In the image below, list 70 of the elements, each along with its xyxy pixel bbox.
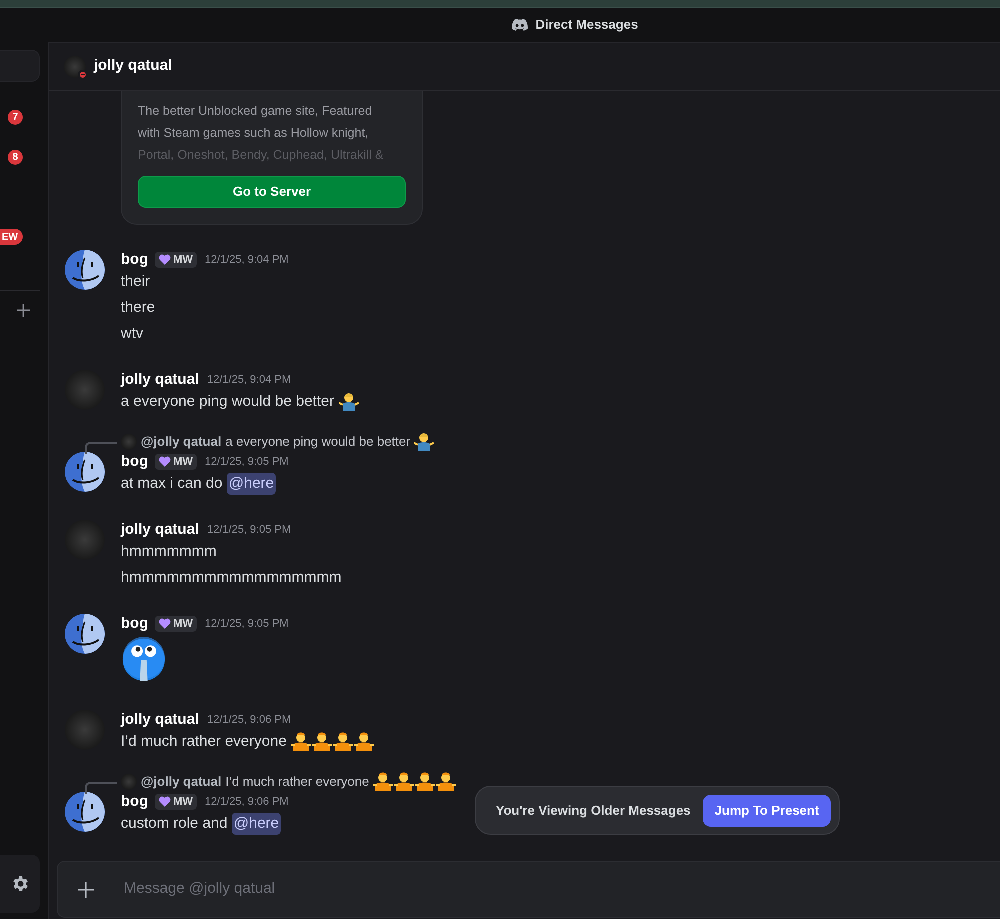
message-text: wtv [121, 324, 144, 344]
reply-author[interactable]: @jolly qatual [141, 772, 222, 792]
invite-description: The better Unblocked game site, Featured [138, 103, 374, 120]
message-text: there [121, 298, 156, 318]
jump-to-present-button[interactable]: Jump To Present [702, 794, 832, 826]
author-name[interactable]: bog [121, 450, 148, 474]
person-emoji-icon [436, 772, 456, 792]
avatar-placeholder [121, 434, 137, 450]
heart-icon [158, 254, 170, 266]
timestamp: 12/1/25, 9:05 PM [207, 522, 292, 538]
discord-logo-icon [512, 19, 528, 31]
person-emoji-icon [394, 772, 414, 792]
invite-description: Portal, Oneshot, Bendy, Cuphead, Ultrakill & [138, 147, 385, 164]
heart-icon [158, 456, 170, 468]
notification-badge: 8 [8, 150, 23, 164]
author-name[interactable]: bog [121, 612, 148, 636]
message-text: a everyone ping would be better [121, 392, 336, 412]
timestamp: 12/1/25, 9:06 PM [207, 712, 292, 728]
window-title: Direct Messages [536, 16, 638, 34]
role-tag: MW [154, 616, 198, 632]
message-text: their [121, 272, 150, 292]
message-placeholder: Message @jolly qatual [124, 879, 276, 900]
role-tag: MW [154, 794, 198, 810]
timestamp: 12/1/25, 9:04 PM [205, 252, 289, 268]
role-tag: MW [154, 252, 198, 268]
finder-face-avatar [65, 452, 105, 492]
message-text: custom role and [121, 814, 229, 834]
person-emoji-icon [312, 732, 332, 752]
heart-icon [158, 618, 170, 630]
go-to-server-button[interactable]: Go to Server [138, 176, 406, 208]
message-text: hmmmmmmmmmmmmmmmmm [121, 568, 342, 588]
reply-author[interactable]: @jolly qatual [141, 432, 222, 452]
timestamp: 12/1/25, 9:06 PM [205, 794, 289, 810]
heart-icon [158, 796, 170, 808]
message-text: a everyone ping would be better [226, 433, 412, 452]
author-name[interactable]: bog [121, 790, 148, 814]
finder-face-avatar [65, 792, 105, 832]
notification-badge: 7 [8, 110, 23, 124]
timestamp: 12/1/25, 9:05 PM [205, 616, 289, 632]
finder-face-avatar [65, 614, 105, 654]
person-emoji-icon [291, 732, 312, 752]
older-messages-notice: You're Viewing Older Messages [496, 802, 691, 820]
message-text: I’d much rather everyone [121, 732, 288, 752]
shrug-emoji-icon [414, 432, 434, 452]
person-emoji-icon [354, 732, 374, 752]
channel-name: jolly qatual [94, 56, 172, 76]
message-text: I’d much rather everyone [226, 773, 370, 792]
new-badge: EW [0, 229, 24, 245]
mention-link[interactable]: @here [232, 812, 282, 836]
invite-description: with Steam games such as Hollow knight, [138, 125, 370, 142]
timestamp: 12/1/25, 9:04 PM [207, 372, 292, 388]
author-name[interactable]: jolly qatual [121, 708, 200, 732]
person-emoji-icon [372, 772, 393, 792]
add-icon[interactable] [17, 304, 30, 317]
message-text: at max i can do [121, 474, 224, 494]
person-emoji-icon [414, 772, 435, 792]
mention-link[interactable]: @here [226, 472, 276, 496]
message-text: hmmmmmmm [121, 542, 217, 562]
author-name[interactable]: jolly qatual [121, 518, 200, 542]
timestamp: 12/1/25, 9:05 PM [205, 454, 289, 470]
author-name[interactable]: jolly qatual [121, 368, 200, 392]
person-emoji-icon [333, 732, 354, 752]
add-icon[interactable] [78, 882, 94, 898]
avatar-placeholder [121, 774, 137, 790]
finder-face-avatar [65, 250, 105, 290]
role-tag: MW [154, 454, 198, 470]
shrug-emoji-icon [338, 392, 359, 412]
author-name[interactable]: bog [121, 248, 148, 272]
crying-emoji-icon [121, 636, 167, 684]
settings-button[interactable] [0, 855, 40, 913]
